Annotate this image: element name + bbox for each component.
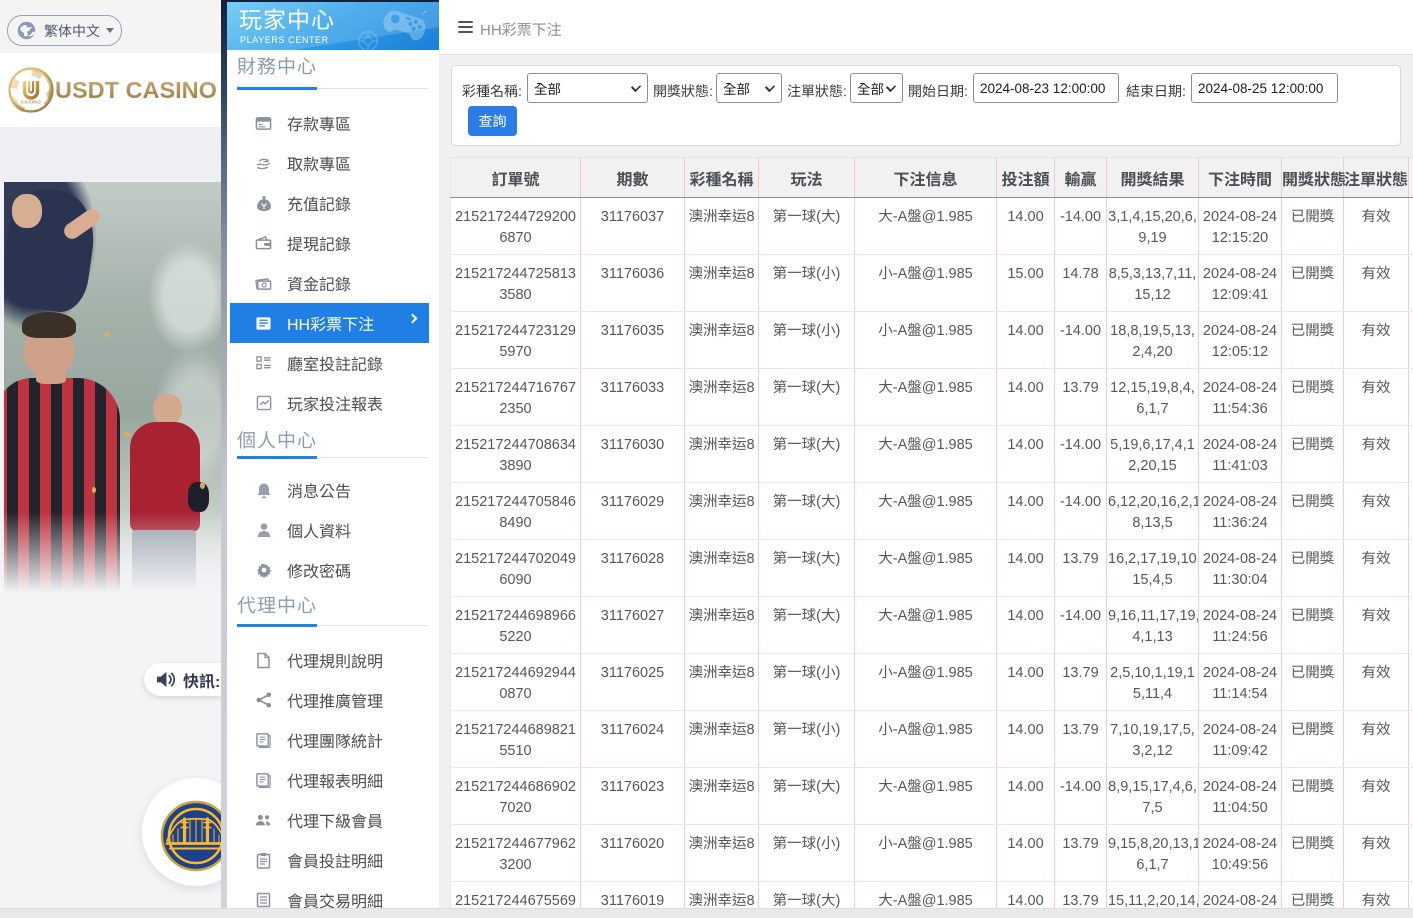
svg-text:CASINO: CASINO	[21, 100, 41, 105]
